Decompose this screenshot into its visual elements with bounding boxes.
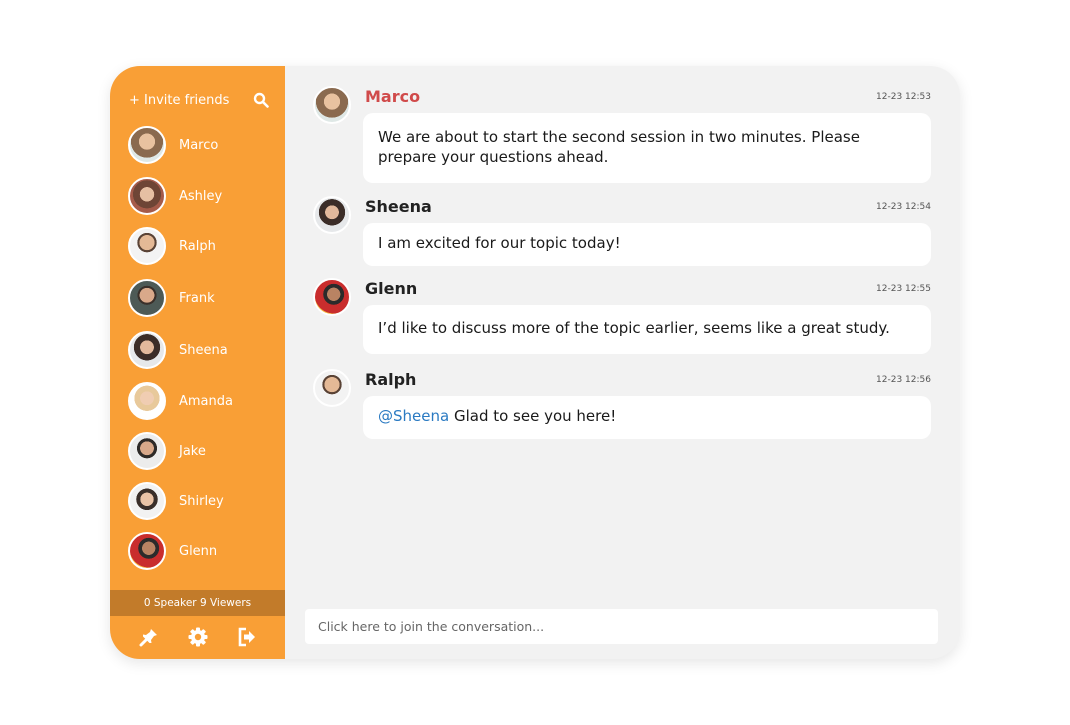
message-author[interactable]: Glenn	[365, 279, 417, 298]
message-input[interactable]: Click here to join the conversation...	[305, 609, 938, 644]
participant-glenn[interactable]: Glenn	[128, 532, 217, 570]
message-item: Marco 12-23 12:53 We are about to start …	[313, 86, 931, 184]
participant-shirley[interactable]: Shirley	[128, 482, 224, 520]
participant-name: Amanda	[179, 393, 233, 409]
message-timestamp: 12-23 12:55	[876, 284, 931, 294]
avatar	[128, 126, 166, 164]
participant-jake[interactable]: Jake	[128, 432, 206, 470]
participant-name: Jake	[179, 443, 206, 459]
participant-frank[interactable]: Frank	[128, 279, 215, 317]
avatar	[128, 227, 166, 265]
participant-marco[interactable]: Marco	[128, 126, 218, 164]
avatar	[313, 369, 351, 407]
participant-name: Marco	[179, 137, 219, 153]
message-timestamp: 12-23 12:53	[876, 92, 931, 102]
participant-name: Ashley	[179, 188, 223, 204]
message-bubble: @Sheena Glad to see you here!	[363, 396, 931, 439]
avatar	[128, 432, 166, 470]
avatar	[128, 482, 166, 520]
participant-ralph[interactable]: Ralph	[128, 227, 216, 265]
avatar	[313, 278, 351, 316]
message-timestamp: 12-23 12:54	[876, 202, 931, 212]
chat-window: + Invite friends Marco Ashley Ralph Fran…	[110, 66, 960, 659]
avatar	[128, 331, 166, 369]
avatar	[128, 382, 166, 420]
message-author[interactable]: Marco	[365, 87, 420, 106]
message-bubble: I am excited for our topic today!	[363, 223, 931, 266]
avatar	[128, 532, 166, 570]
participant-ashley[interactable]: Ashley	[128, 177, 222, 215]
participant-name: Sheena	[179, 342, 228, 358]
conversation-pane: Marco 12-23 12:53 We are about to start …	[285, 66, 960, 659]
message-item: Glenn 12-23 12:55 I’d like to discuss mo…	[313, 278, 931, 356]
message-bubble: I’d like to discuss more of the topic ea…	[363, 305, 931, 354]
participant-name: Shirley	[179, 493, 224, 509]
participant-sheena[interactable]: Sheena	[128, 331, 228, 369]
avatar	[313, 86, 351, 124]
gear-icon[interactable]	[187, 626, 209, 648]
participant-name: Frank	[179, 290, 215, 306]
message-author[interactable]: Sheena	[365, 197, 432, 216]
sidebar: + Invite friends Marco Ashley Ralph Fran…	[110, 66, 285, 659]
viewer-stats: 0 Speaker 9 Viewers	[110, 590, 285, 616]
search-icon[interactable]	[253, 92, 269, 108]
participant-name: Ralph	[179, 238, 216, 254]
avatar	[128, 177, 166, 215]
sidebar-header: + Invite friends	[129, 90, 269, 110]
participant-name: Glenn	[179, 543, 218, 559]
message-text: Glad to see you here!	[449, 407, 617, 425]
sidebar-toolbar	[110, 622, 285, 652]
pin-icon[interactable]	[138, 626, 160, 648]
message-bubble: We are about to start the second session…	[363, 113, 931, 183]
avatar	[128, 279, 166, 317]
message-item: Sheena 12-23 12:54 I am excited for our …	[313, 196, 931, 268]
participant-amanda[interactable]: Amanda	[128, 382, 233, 420]
mention-link[interactable]: @Sheena	[378, 407, 449, 425]
message-item: Ralph 12-23 12:56 @Sheena Glad to see yo…	[313, 369, 931, 441]
exit-icon[interactable]	[236, 626, 258, 648]
message-author[interactable]: Ralph	[365, 370, 416, 389]
invite-friends-button[interactable]: + Invite friends	[129, 93, 229, 108]
avatar	[313, 196, 351, 234]
message-timestamp: 12-23 12:56	[876, 375, 931, 385]
